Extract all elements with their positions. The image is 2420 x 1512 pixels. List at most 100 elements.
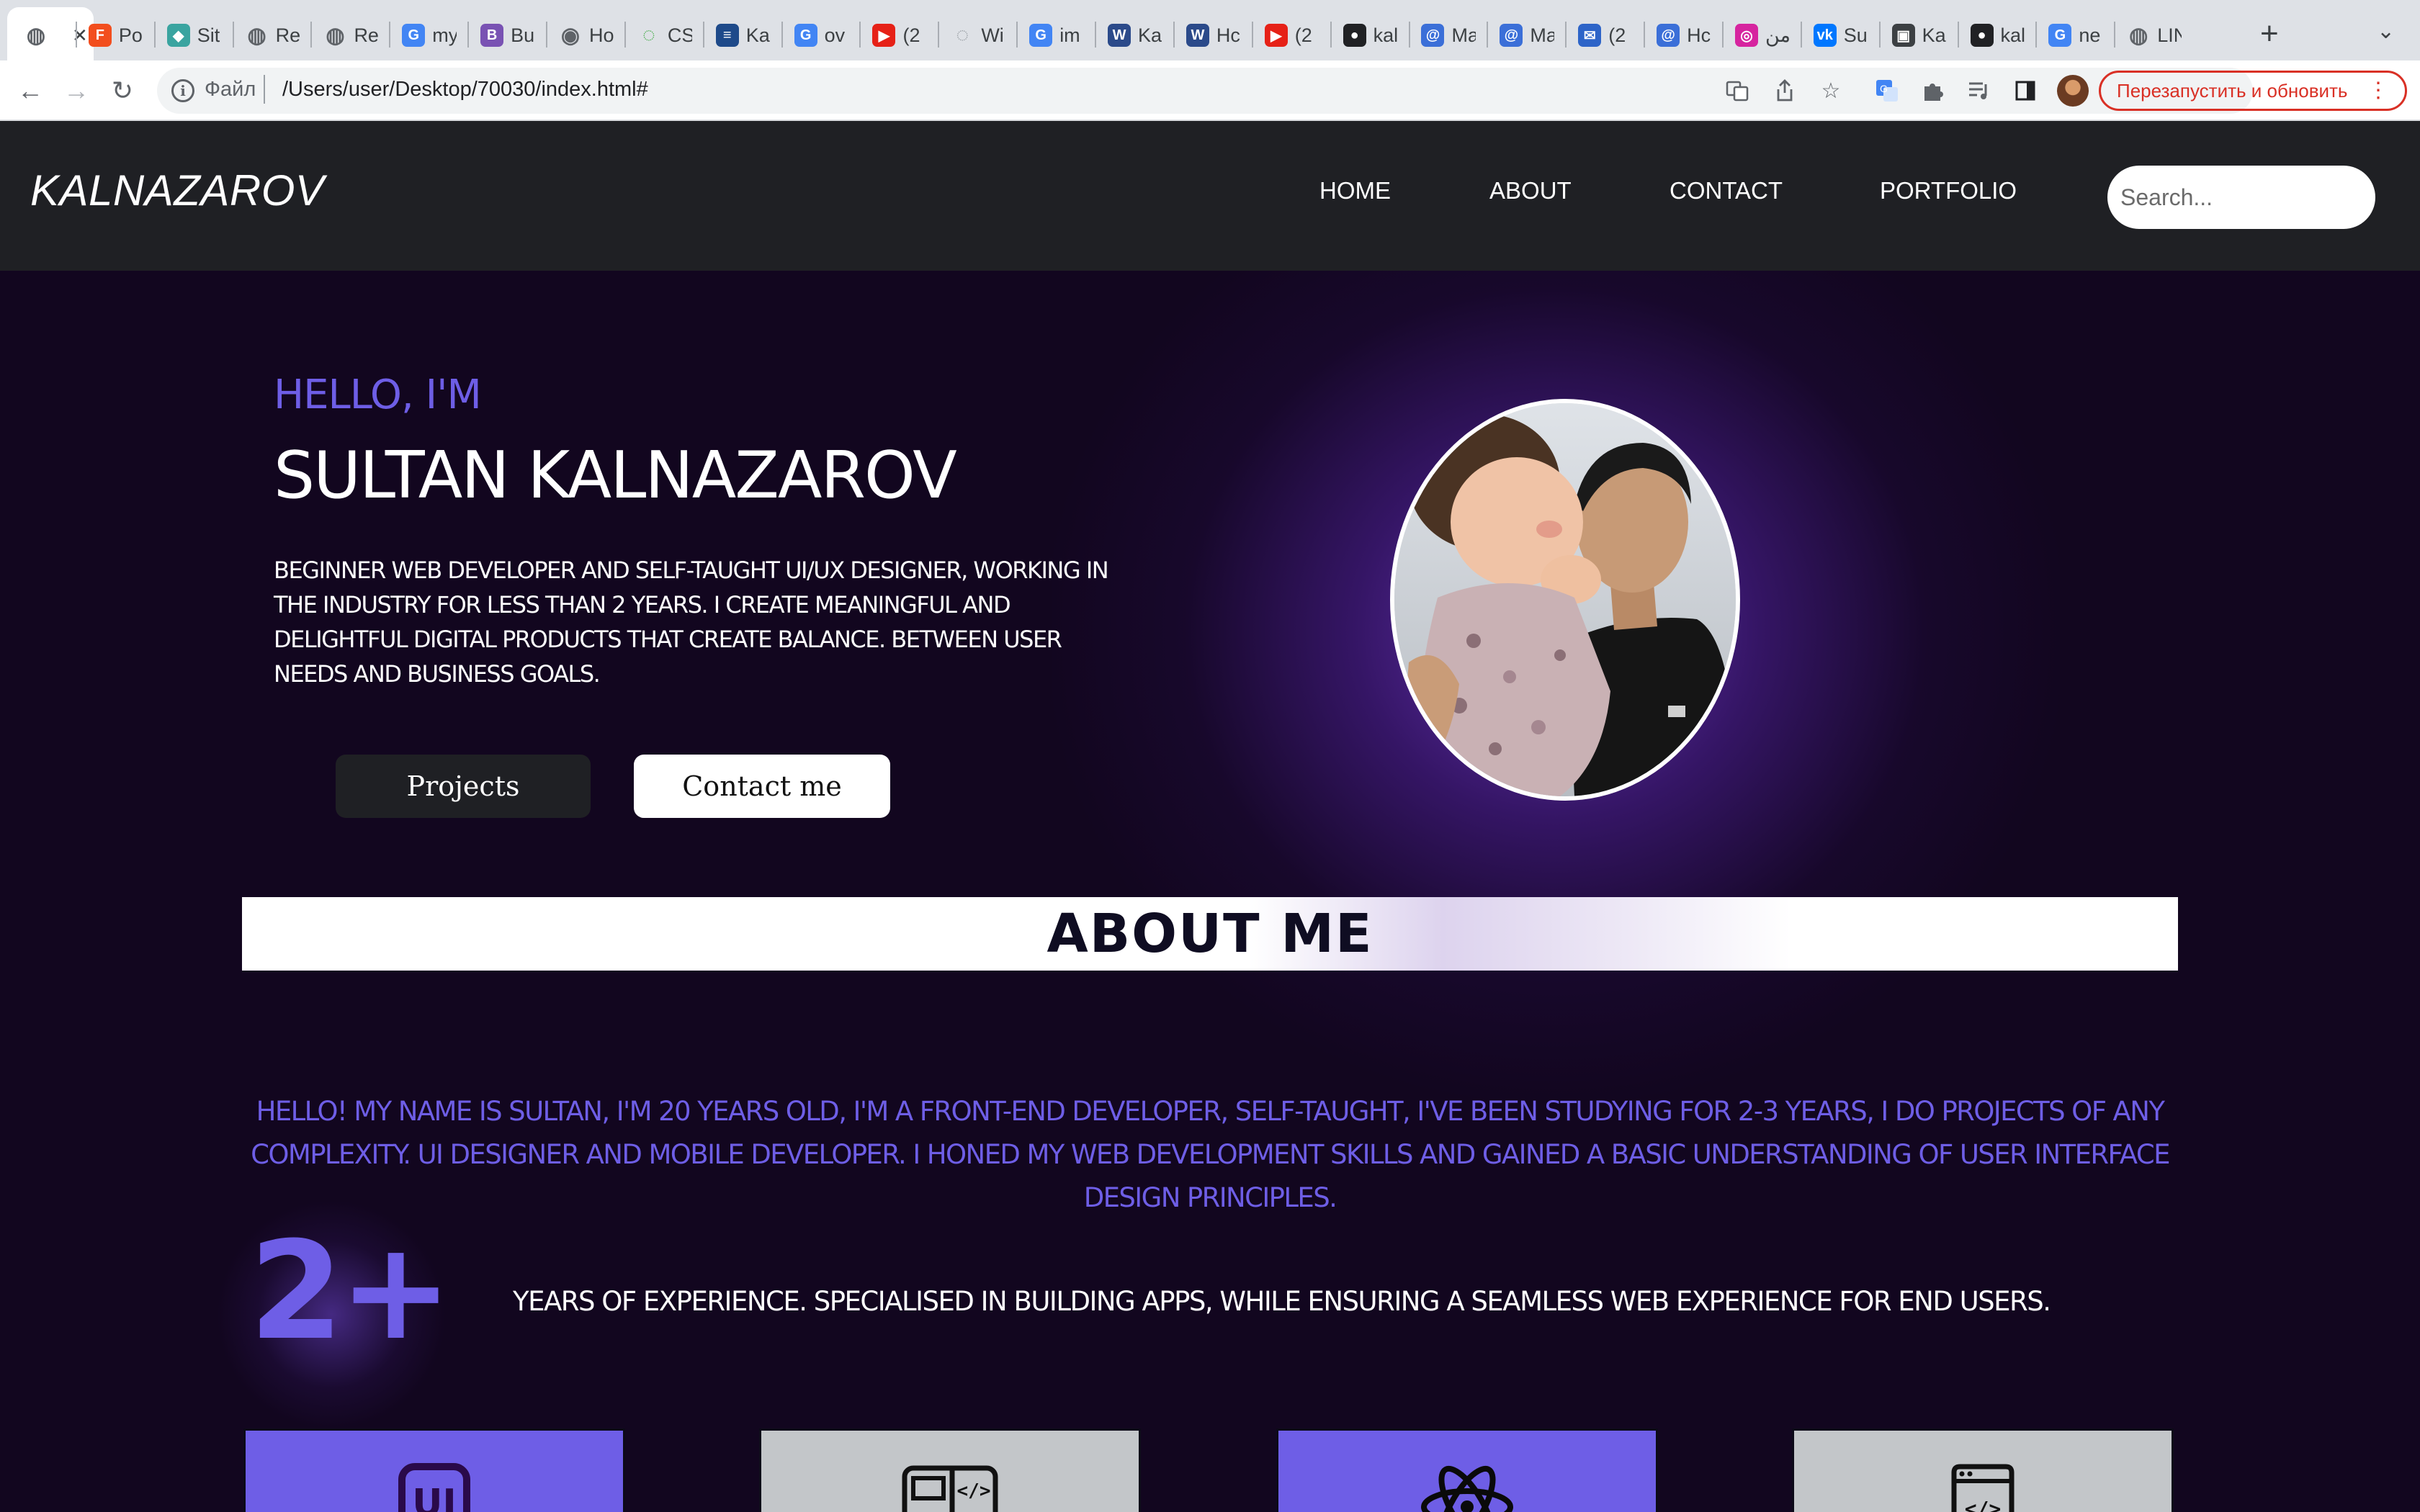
reload-icon[interactable]: ↻ [105, 73, 140, 108]
browser-tab[interactable]: @ Ma [1412, 10, 1484, 60]
mail-icon: @ [1500, 24, 1523, 47]
tab-title: Re [354, 24, 379, 46]
browser-tab[interactable]: Gne [2040, 10, 2112, 60]
tab-title: Ka [745, 24, 770, 46]
browser-tab[interactable]: ● kal [1335, 10, 1407, 60]
browser-tab[interactable]: F Po [80, 10, 152, 60]
projects-button[interactable]: Projects [336, 755, 591, 818]
share-icon[interactable] [1770, 76, 1799, 105]
browser-tab[interactable]: @ Ma [1491, 10, 1563, 60]
tab-title: LIN [2157, 24, 2182, 46]
tab-title: Su [1843, 24, 1868, 46]
contact-me-button[interactable]: Contact me [634, 755, 890, 818]
skill-card-ui[interactable]: UI [243, 1428, 625, 1512]
tab-title: ne [2079, 24, 2101, 46]
youtube-icon: ▶ [872, 24, 896, 47]
search-input[interactable] [2107, 166, 2375, 229]
tab-title: (2 [902, 24, 920, 46]
browser-tab[interactable]: Gim [1021, 10, 1093, 60]
more-vertical-icon[interactable]: ⋮ [2367, 78, 2389, 103]
bookmark-star-icon[interactable]: ☆ [1816, 76, 1845, 105]
browser-tab[interactable]: ✉ (2 [1569, 10, 1641, 60]
tab-separator [938, 22, 940, 48]
google-icon: G [1029, 24, 1053, 47]
nav-contact[interactable]: CONTACT [1670, 177, 1783, 204]
tab-separator [1251, 22, 1253, 48]
chevron-down-icon[interactable]: ⌄ [2377, 19, 2395, 44]
extensions-puzzle-icon[interactable] [1919, 76, 1948, 105]
hero-name: SULTAN KALNAZAROV [274, 438, 957, 513]
browser-tab[interactable]: ▶ (2 [864, 10, 936, 60]
browser-tab[interactable]: Gmy [393, 10, 465, 60]
browser-tab[interactable]: ◉ Ho [550, 10, 622, 60]
browser-tab[interactable]: @ Hc [1648, 10, 1720, 60]
translate-icon[interactable] [1723, 76, 1752, 105]
browser-tab[interactable]: ◍ Re [315, 10, 387, 60]
browser-tab[interactable]: ◍ Re [237, 10, 309, 60]
sitepoint-icon: ◆ [166, 24, 190, 47]
browser-tab[interactable]: ◌ CS [629, 10, 701, 60]
tab-separator [1565, 22, 1567, 48]
tab-title: Bu [511, 24, 535, 46]
app-icon: ▣ [1891, 24, 1915, 47]
back-arrow-icon[interactable]: ← [13, 73, 48, 108]
stackoverflow-icon: ≡ [715, 24, 739, 47]
browser-tab[interactable]: B Bu [472, 10, 544, 60]
tab-separator [1721, 22, 1724, 48]
skill-card-code[interactable]: </> [1792, 1428, 2174, 1512]
tab-separator [1330, 22, 1332, 48]
github-icon: ● [1343, 24, 1366, 47]
tab-separator [1878, 22, 1881, 48]
nav-home[interactable]: HOME [1319, 177, 1391, 204]
ui-icon: UI [398, 1463, 470, 1512]
browser-tab[interactable]: Gov [786, 10, 858, 60]
browser-tab[interactable]: ◌ Wi [942, 10, 1014, 60]
side-panel-icon[interactable] [2011, 76, 2040, 105]
tab-separator [310, 22, 313, 48]
relaunch-update-button[interactable]: Перезапустить и обновить ⋮ [2099, 71, 2407, 111]
forward-arrow-icon[interactable]: → [59, 73, 94, 108]
chrome-icon: ◉ [560, 23, 581, 48]
browser-tab[interactable]: W Ka [1099, 10, 1171, 60]
info-icon[interactable]: i [171, 79, 194, 102]
nav-about[interactable]: ABOUT [1489, 177, 1572, 204]
tab-separator [546, 22, 548, 48]
tab-strip: ◍ ✕ F Po ◆ Sit ◍ Re ◍ Re Gmy B Bu ◉ Ho ◌ CS ≡ Ka Gov ▶ (2 ◌ Wi G… [0, 0, 2420, 60]
browser-tab[interactable]: ≡ Ka [707, 10, 779, 60]
tab-title: Hc [1687, 24, 1711, 46]
skill-card-react[interactable] [1276, 1428, 1658, 1512]
browser-tab[interactable]: ● kal [1962, 10, 2034, 60]
tab-separator [1408, 22, 1410, 48]
browser-tab[interactable]: ▶ (2 [1256, 10, 1328, 60]
browser-tab[interactable]: ◍ LIN [2118, 10, 2190, 60]
browser-tab[interactable]: vk Su [1805, 10, 1877, 60]
browser-tab[interactable]: ◆ Sit [158, 10, 230, 60]
browser-tab[interactable]: ▣ Ka [1883, 10, 1955, 60]
google-translate-ext-icon[interactable]: G [1873, 76, 1901, 105]
tab-separator [1957, 22, 1959, 48]
browser-tab[interactable]: ◎ من [1726, 10, 1798, 60]
site-logo[interactable]: KALNAZAROV [30, 166, 324, 215]
tab-separator [232, 22, 234, 48]
tab-title: kal [1373, 24, 1398, 46]
skill-card-web[interactable]: </> [759, 1428, 1141, 1512]
svg-text:G: G [1880, 83, 1888, 94]
tab-title: Wi [981, 24, 1004, 46]
tab-title: (2 [1294, 24, 1312, 46]
tab-title: my [432, 24, 457, 46]
globe-icon: ◍ [247, 23, 266, 48]
page-content: HELLO, I'M SULTAN KALNAZAROV BEGINNER WE… [0, 271, 2420, 1512]
url-text[interactable]: /Users/user/Desktop/70030/index.html# [282, 78, 648, 102]
reading-list-icon[interactable] [1965, 76, 1994, 105]
tab-title: im [1059, 24, 1080, 46]
profile-avatar[interactable] [2057, 75, 2089, 107]
globe-icon: ◍ [26, 23, 46, 48]
browser-tab[interactable]: W Hc [1178, 10, 1250, 60]
hero-greeting: HELLO, I'M [274, 372, 482, 418]
github-icon: ● [1970, 24, 1994, 47]
google-icon: G [2048, 24, 2072, 47]
new-tab-icon[interactable]: + [2260, 16, 2279, 52]
nav-portfolio[interactable]: PORTFOLIO [1880, 177, 2017, 204]
url-scheme-label: Файл [205, 78, 256, 101]
browser-chrome: ◍ ✕ F Po ◆ Sit ◍ Re ◍ Re Gmy B Bu ◉ Ho ◌ CS ≡ Ka Gov ▶ (2 ◌ Wi G… [0, 0, 2420, 121]
